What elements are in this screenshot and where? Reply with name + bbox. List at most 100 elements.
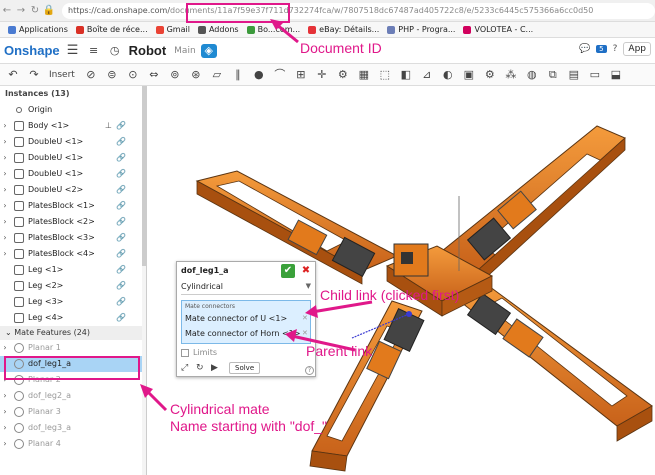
mate-row[interactable]: › dof_leg2_a [0, 388, 146, 404]
expand-chevron-icon[interactable]: › [0, 198, 10, 214]
chat-icon[interactable]: 💬 [579, 44, 590, 54]
link-icon[interactable]: 🔗 [116, 198, 126, 214]
instance-row[interactable]: Leg <1> 🔗 [0, 262, 146, 278]
instance-row[interactable]: › DoubleU <1> 🔗 [0, 150, 146, 166]
relations-icon[interactable]: ⚙ [335, 68, 351, 82]
ball-mate-icon[interactable]: ● [251, 68, 267, 82]
link-icon[interactable]: 🔗 [116, 166, 126, 182]
insert-button[interactable]: Insert [46, 68, 78, 82]
fastened-mate-icon[interactable]: ⊜ [104, 68, 120, 82]
mate-name-field[interactable]: dof_leg1_a [181, 266, 229, 275]
undo-icon[interactable]: ↶ [5, 68, 21, 82]
expand-chevron-icon[interactable]: › [0, 246, 10, 262]
animate-icon[interactable]: ▭ [587, 68, 603, 82]
instances-header[interactable]: Instances (13) [0, 86, 146, 102]
width-mate-icon[interactable]: ⊞ [293, 68, 309, 82]
scrollbar-thumb[interactable] [142, 86, 146, 266]
instance-row[interactable]: › PlatesBlock <4> 🔗 [0, 246, 146, 262]
settings-icon[interactable]: ⚙ [482, 68, 498, 82]
back-icon[interactable]: ← [0, 5, 14, 16]
bookmark-item[interactable]: Addons [197, 25, 239, 34]
cancel-x-icon[interactable]: ✖ [299, 264, 313, 278]
appearance-icon[interactable]: ▣ [461, 68, 477, 82]
mate-row[interactable]: › Planar 4 [0, 436, 146, 452]
leg-lower-right[interactable] [445, 280, 653, 442]
menu-icon[interactable]: ☰ [65, 43, 81, 58]
bookmark-item[interactable]: Gmail [155, 25, 190, 34]
mate-connector-2[interactable]: Mate connector of Horn <1> ✕ [185, 329, 308, 338]
user-button[interactable]: App [623, 42, 651, 56]
group-icon[interactable]: ▦ [356, 68, 372, 82]
collapse-chevron-icon[interactable]: ⌄ [5, 328, 12, 337]
expand-chevron-icon[interactable]: › [0, 134, 10, 150]
link-icon[interactable]: 🔗 [116, 278, 126, 294]
mate-type-select[interactable]: Cylindrical ▼ [181, 282, 311, 295]
leg-lower-left[interactable] [309, 300, 425, 472]
link-icon[interactable]: 🔗 [116, 310, 126, 326]
instance-row[interactable]: Leg <4> 🔗 [0, 310, 146, 326]
mate-connectors-field[interactable]: Mate connectors Mate connector of U <1> … [181, 300, 311, 344]
instance-row[interactable]: › PlatesBlock <2> 🔗 [0, 214, 146, 230]
document-name[interactable]: Robot [129, 43, 167, 58]
parallel-mate-icon[interactable]: ∥ [230, 68, 246, 82]
link-icon[interactable]: 🔗 [116, 246, 126, 262]
redo-icon[interactable]: ↷ [26, 68, 42, 82]
branch-name[interactable]: Main [174, 46, 196, 56]
reload-icon[interactable]: ↻ [28, 5, 42, 16]
animate-play-icon[interactable]: ▶ [211, 363, 223, 373]
instance-row[interactable]: › DoubleU <2> 🔗 [0, 182, 146, 198]
expand-chevron-icon[interactable]: › [0, 118, 10, 134]
mate-row[interactable]: › Planar 3 [0, 404, 146, 420]
history-icon[interactable]: ◷ [107, 44, 123, 58]
mate-features-header[interactable]: ⌄ Mate Features (24) [0, 326, 146, 340]
bookmark-item[interactable]: Applications [8, 25, 68, 34]
version-icon[interactable]: ◈ [200, 43, 217, 58]
mirror-icon[interactable]: ⧉ [545, 68, 561, 82]
named-position-icon[interactable]: ▤ [566, 68, 582, 82]
instance-row[interactable]: › PlatesBlock <1> 🔗 [0, 198, 146, 214]
expand-chevron-icon[interactable]: › [0, 404, 10, 420]
slider-mate-icon[interactable]: ⇔ [146, 68, 162, 82]
notification-badge[interactable]: 5 [596, 45, 607, 53]
expand-chevron-icon[interactable]: › [0, 182, 10, 198]
bookmark-item[interactable]: PHP - Progra... [387, 25, 455, 34]
expand-chevron-icon[interactable]: › [0, 388, 10, 404]
filter-icon[interactable]: ≡ [86, 44, 102, 58]
pin-slot-mate-icon[interactable]: ⊛ [188, 68, 204, 82]
instance-row[interactable]: Leg <3> 🔗 [0, 294, 146, 310]
expand-chevron-icon[interactable]: › [0, 150, 10, 166]
instance-row[interactable]: › DoubleU <1> 🔗 [0, 166, 146, 182]
explode-icon[interactable]: ⬚ [377, 68, 393, 82]
expand-chevron-icon[interactable]: › [0, 214, 10, 230]
expand-chevron-icon[interactable]: › [0, 230, 10, 246]
expand-chevron-icon[interactable]: › [0, 420, 10, 436]
limits-checkbox[interactable] [181, 348, 189, 357]
bookmark-item[interactable]: Boîte de réce... [75, 25, 148, 34]
bookmark-item[interactable]: Bo...com... [246, 25, 300, 34]
mate-connector-icon[interactable]: ✛ [314, 68, 330, 82]
revolute-mate-icon[interactable]: ⊙ [125, 68, 141, 82]
help-icon[interactable]: ? [613, 44, 618, 54]
bookmark-item[interactable]: VOLOTEA - C... [463, 25, 533, 34]
instance-row[interactable]: › DoubleU <1> 🔗 [0, 134, 146, 150]
expand-chevron-icon[interactable]: › [0, 166, 10, 182]
measure-icon[interactable]: ⊿ [419, 68, 435, 82]
planar-mate-icon[interactable]: ▱ [209, 68, 225, 82]
help-icon[interactable]: ? [305, 366, 314, 375]
limits-row[interactable]: Limits [181, 348, 217, 357]
link-icon[interactable]: 🔗 [116, 262, 126, 278]
expand-chevron-icon[interactable]: › [0, 436, 10, 452]
instance-row[interactable]: › Body <1> ⊥ 🔗 [0, 118, 146, 134]
circular-pattern-icon[interactable]: ◍ [524, 68, 540, 82]
forward-icon[interactable]: → [14, 5, 28, 16]
tangent-mate-icon[interactable]: ⌒ [272, 68, 288, 82]
link-icon[interactable]: 🔗 [116, 230, 126, 246]
link-icon[interactable]: 🔗 [116, 150, 126, 166]
instance-row[interactable]: › PlatesBlock <3> 🔗 [0, 230, 146, 246]
link-icon[interactable]: 🔗 [116, 294, 126, 310]
onshape-logo[interactable]: Onshape [4, 43, 60, 58]
mate-row[interactable]: › dof_leg3_a [0, 420, 146, 436]
instance-row[interactable]: Leg <2> 🔗 [0, 278, 146, 294]
replicate-icon[interactable]: ⊘ [83, 68, 99, 82]
remove-connector-2-icon[interactable]: ✕ [302, 329, 308, 337]
